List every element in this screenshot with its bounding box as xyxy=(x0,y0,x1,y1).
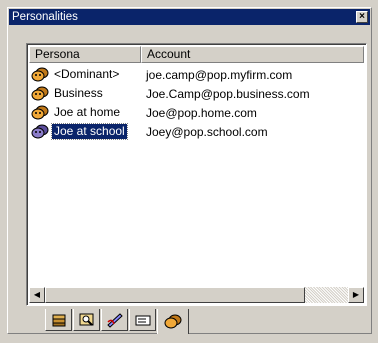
horizontal-scrollbar[interactable]: ◀ ▶ xyxy=(29,287,364,303)
persona-icon xyxy=(31,67,49,81)
column-header-account[interactable]: Account xyxy=(141,46,364,63)
scroll-thumb[interactable] xyxy=(45,287,305,303)
persona-cell: <Dominant> xyxy=(29,67,141,83)
mailbox-icon xyxy=(135,315,150,325)
list-item-selected[interactable]: Joe at school Joey@pop.school.com xyxy=(29,122,364,141)
arrow-left-icon: ◀ xyxy=(33,290,41,299)
account-cell: Joe@pop.home.com xyxy=(146,105,257,120)
personalities-window: Personalities × Persona Account <Dominan… xyxy=(7,7,372,334)
account-cell: Joey@pop.school.com xyxy=(146,124,268,139)
persona-name: Joe at school xyxy=(51,123,128,140)
window-title: Personalities xyxy=(12,11,78,23)
scroll-right-button[interactable]: ▶ xyxy=(348,287,364,303)
close-icon: × xyxy=(359,11,365,22)
list-header: Persona Account xyxy=(29,46,364,63)
column-header-persona[interactable]: Persona xyxy=(29,46,141,63)
magnifier-icon xyxy=(79,313,93,326)
tab-personalities[interactable] xyxy=(157,309,189,334)
title-bar[interactable]: Personalities × xyxy=(9,9,370,25)
tab-mailboxes[interactable] xyxy=(45,309,72,331)
persona-icon xyxy=(31,105,49,119)
tab-stationery[interactable] xyxy=(129,309,156,331)
list-item[interactable]: Business Joe.Camp@pop.business.com xyxy=(29,84,364,103)
account-cell: joe.camp@pop.myfirm.com xyxy=(146,67,293,82)
list-item[interactable]: Joe at home Joe@pop.home.com xyxy=(29,103,364,122)
account-cell: Joe.Camp@pop.business.com xyxy=(146,86,310,101)
persona-name: Business xyxy=(54,86,103,100)
persona-cell: Business xyxy=(29,86,141,102)
persona-icon xyxy=(31,124,49,138)
persona-icon xyxy=(31,86,49,100)
arrow-right-icon: ▶ xyxy=(352,290,360,299)
stack-icon xyxy=(52,314,65,326)
tab-signatures[interactable] xyxy=(101,309,128,331)
persona-name: Joe at home xyxy=(54,105,121,119)
scroll-left-button[interactable]: ◀ xyxy=(29,287,45,303)
persona-cell: Joe at home xyxy=(29,105,141,121)
pen-icon xyxy=(106,312,123,328)
persona-name: <Dominant> xyxy=(54,67,120,81)
persona-cell: Joe at school xyxy=(29,123,141,140)
close-button[interactable]: × xyxy=(356,11,368,23)
personalities-icon xyxy=(164,314,182,328)
personalities-list[interactable]: Persona Account <Dominant> joe.camp@pop.… xyxy=(26,43,367,306)
list-rows: <Dominant> joe.camp@pop.myfirm.com Busin… xyxy=(29,65,364,141)
list-item[interactable]: <Dominant> joe.camp@pop.myfirm.com xyxy=(29,65,364,84)
tab-search[interactable] xyxy=(73,309,100,331)
